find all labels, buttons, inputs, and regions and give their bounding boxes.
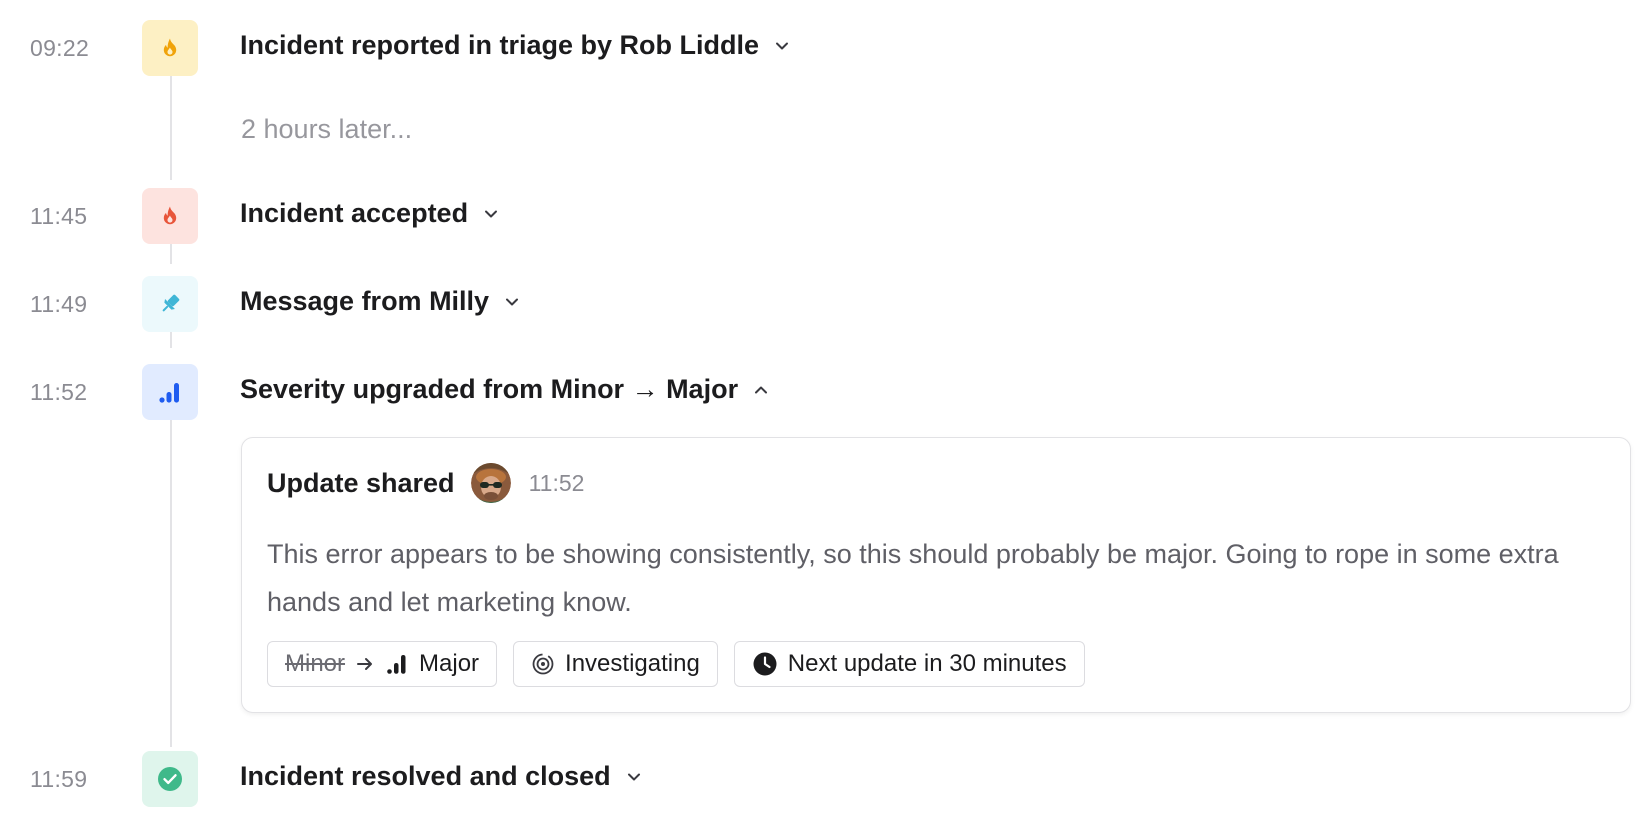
- check-circle-icon: [158, 767, 182, 791]
- timeline-rail: [170, 244, 172, 264]
- triage-flame-icon: [163, 38, 177, 57]
- avatar[interactable]: [470, 463, 511, 503]
- next-update-pill: Next update in 30 minutes: [733, 641, 1085, 687]
- chevron-down-icon[interactable]: [625, 768, 643, 786]
- event-title: Incident reported in triage by Rob Liddl…: [240, 30, 760, 60]
- update-card-body: This error appears to be showing consist…: [267, 539, 1559, 617]
- event-time: 11:49: [30, 291, 88, 317]
- clock-icon: [753, 652, 777, 676]
- event-time: 11:52: [30, 379, 88, 405]
- chevron-down-icon[interactable]: [773, 37, 791, 55]
- severity-bars-icon: [159, 383, 179, 403]
- severity-bars-icon: [387, 655, 406, 674]
- event-title: Incident resolved and closed: [240, 761, 611, 791]
- event-toggle-message[interactable]: Message from Milly: [240, 286, 521, 317]
- event-time: 09:22: [30, 35, 90, 61]
- event-toggle-triage[interactable]: Incident reported in triage by Rob Liddl…: [240, 30, 791, 61]
- severity-from: Minor: [285, 650, 346, 677]
- time-gap-note: 2 hours later...: [241, 114, 413, 144]
- severity-change-pill: Minor Major: [267, 641, 498, 687]
- flame-icon: [163, 206, 177, 225]
- event-time: 11:45: [30, 203, 88, 229]
- event-icon-box: [142, 20, 198, 76]
- event-icon-box: [142, 188, 198, 244]
- chevron-down-icon[interactable]: [503, 293, 521, 311]
- event-toggle-severity[interactable]: Severity upgraded from Minor → Major: [240, 374, 770, 405]
- update-card-header: Update shared 11:52: [267, 463, 584, 503]
- status-pill: Investigating: [513, 641, 718, 687]
- event-time: 11:59: [30, 766, 88, 792]
- event-toggle-accepted[interactable]: Incident accepted: [240, 198, 500, 229]
- update-card-title: Update shared: [267, 467, 455, 498]
- event-toggle-resolved[interactable]: Incident resolved and closed: [240, 761, 643, 792]
- severity-to: Major: [419, 650, 480, 677]
- timeline-rail: [170, 412, 172, 747]
- event-title: Message from Milly: [240, 286, 490, 316]
- arrow-right-icon: [357, 658, 373, 670]
- event-icon-box: [142, 364, 198, 420]
- event-title: Severity upgraded from Minor → Major: [240, 374, 739, 404]
- investigating-radar-icon: [532, 653, 554, 675]
- event-icon-box: [142, 751, 198, 807]
- chevron-down-icon[interactable]: [482, 205, 500, 223]
- status-label: Investigating: [565, 650, 700, 677]
- chevron-up-icon[interactable]: [752, 381, 770, 399]
- update-card-tags: Minor Major Investigating Next update in…: [267, 641, 1085, 687]
- update-card: Update shared 11:52 This error appears t…: [241, 437, 1631, 713]
- pin-icon: [162, 294, 180, 312]
- next-update-label: Next update in 30 minutes: [787, 650, 1067, 677]
- event-icon-box: [142, 276, 198, 332]
- incident-timeline: 09:22 Incident reported in triage by Rob…: [0, 0, 1652, 830]
- timeline-rail: [170, 76, 172, 180]
- event-title: Incident accepted: [240, 198, 469, 228]
- update-card-time: 11:52: [528, 469, 585, 496]
